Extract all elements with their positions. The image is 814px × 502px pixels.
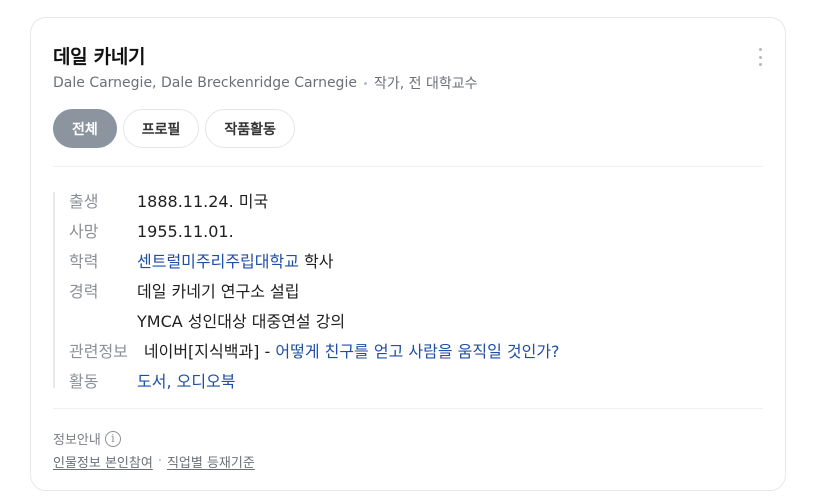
activity-comma: ,: [166, 372, 177, 391]
divider: [53, 408, 763, 409]
row-related: 관련정보 네이버[지식백과] - 어떻게 친구를 얻고 사람을 움직일 것인가?: [53, 338, 763, 368]
notice-label: 정보안내: [53, 433, 101, 448]
more-options-icon[interactable]: [755, 48, 765, 66]
row-career: 경력 데일 카네기 연구소 설립: [53, 278, 763, 308]
profile-info: 출생 1888.11.24. 미국 사망 1955.11.01. 학력 센트럴미…: [53, 188, 763, 398]
birth-value: 1888.11.24. 미국: [137, 192, 269, 211]
career-label: 경력: [69, 282, 99, 301]
activity-books-link[interactable]: 도서: [137, 368, 166, 392]
education-link[interactable]: 센트럴미주리주립대학교: [137, 248, 299, 272]
person-occupation: 작가, 전 대학교수: [373, 76, 478, 92]
activity-audiobook-link[interactable]: 오디오북: [177, 368, 236, 392]
career-item-1: 데일 카네기 연구소 설립: [137, 282, 300, 301]
person-name[interactable]: 데일 카네기: [53, 42, 146, 69]
education-label: 학력: [69, 252, 99, 271]
footer-separator: ·: [157, 454, 162, 469]
birth-label: 출생: [69, 192, 99, 211]
death-label: 사망: [69, 222, 99, 241]
tab-works[interactable]: 작품활동: [205, 109, 295, 148]
row-death: 사망 1955.11.01.: [53, 218, 763, 248]
activity-label: 활동: [69, 372, 99, 391]
separator-dot: [363, 81, 367, 85]
self-participation-link[interactable]: 인물정보 본인참여: [53, 452, 153, 471]
listing-criteria-link[interactable]: 직업별 등재기준: [167, 452, 255, 471]
related-label: 관련정보: [69, 342, 128, 361]
divider: [53, 166, 763, 167]
footer-links: 인물정보 본인참여 · 직업별 등재기준: [53, 452, 255, 471]
tab-bar: 전체 프로필 작품활동: [53, 109, 295, 148]
person-aliases: Dale Carnegie, Dale Breckenridge Carnegi…: [53, 75, 357, 91]
row-activity: 활동 도서 , 오디오북: [53, 368, 763, 398]
related-link[interactable]: 어떻게 친구를 얻고 사람을 움직일 것인가?: [275, 338, 559, 362]
person-info-card: 데일 카네기 Dale Carnegie, Dale Breckenridge …: [30, 17, 786, 491]
education-degree: 학사: [298, 252, 334, 271]
info-rail: [53, 192, 55, 388]
row-career-2: YMCA 성인대상 대중연설 강의: [53, 308, 763, 338]
info-notice: 정보안내 i: [53, 429, 121, 448]
related-dash: -: [259, 342, 276, 361]
tab-all[interactable]: 전체: [53, 109, 117, 148]
related-source: 네이버[지식백과]: [143, 342, 260, 361]
row-education: 학력 센트럴미주리주립대학교 학사: [53, 248, 763, 278]
tab-profile[interactable]: 프로필: [122, 109, 200, 148]
death-value: 1955.11.01.: [137, 222, 234, 241]
info-circle-icon[interactable]: i: [104, 430, 121, 447]
career-item-2: YMCA 성인대상 대중연설 강의: [137, 312, 346, 331]
row-birth: 출생 1888.11.24. 미국: [53, 188, 763, 218]
person-subtitle: Dale Carnegie, Dale Breckenridge Carnegi…: [53, 73, 477, 93]
